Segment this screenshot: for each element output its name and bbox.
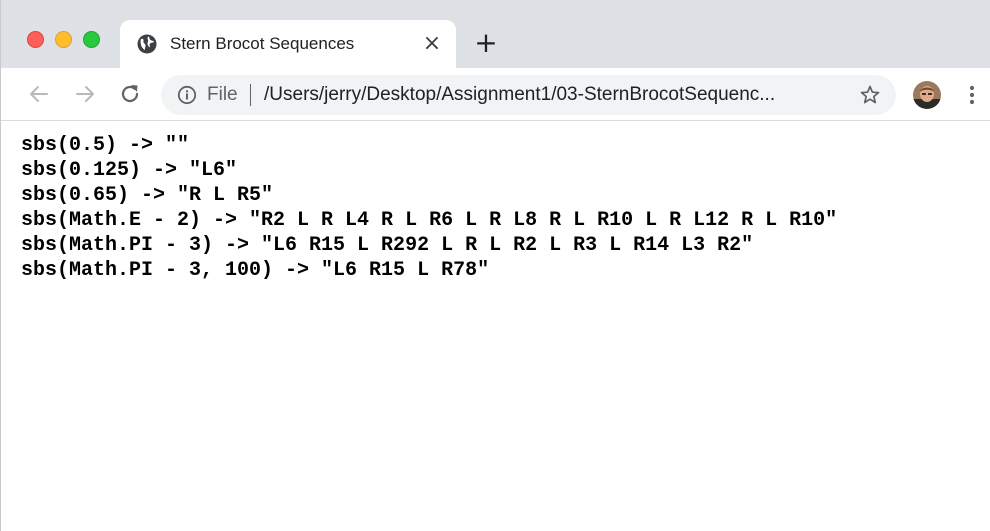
tab-title: Stern Brocot Sequences: [170, 34, 355, 53]
omnibox-divider: [250, 84, 251, 106]
output-line: sbs(Math.PI - 3, 100) -> "L6 R15 L R78": [21, 259, 490, 282]
forward-arrow-icon[interactable]: [72, 81, 98, 107]
window-close-button[interactable]: [27, 31, 44, 48]
info-icon[interactable]: [177, 85, 197, 105]
tab-stern-brocot[interactable]: Stern Brocot Sequences ×: [120, 20, 456, 68]
reload-icon[interactable]: [117, 81, 143, 107]
new-tab-button[interactable]: +: [473, 29, 499, 57]
output-line: sbs(Math.E - 2) -> "R2 L R L4 R L R6 L R…: [21, 209, 838, 232]
output-line: sbs(Math.PI - 3) -> "L6 R15 L R292 L R L…: [21, 234, 754, 257]
star-icon[interactable]: [859, 84, 881, 106]
window-minimize-button[interactable]: [55, 31, 72, 48]
output-line: sbs(0.5) -> "": [21, 134, 190, 157]
back-arrow-icon[interactable]: [26, 81, 52, 107]
tab-strip: Stern Brocot Sequences × +: [1, 0, 990, 68]
url-text[interactable]: /Users/jerry/Desktop/Assignment1/03-Ster…: [264, 75, 775, 115]
browser-window: Stern Brocot Sequences × + File /Users/j…: [0, 0, 990, 531]
window-maximize-button[interactable]: [83, 31, 100, 48]
profile-avatar[interactable]: [913, 81, 941, 109]
output-line: sbs(0.125) -> "L6": [21, 159, 238, 182]
kebab-menu-icon[interactable]: [961, 82, 983, 108]
globe-icon: [136, 33, 158, 55]
url-scheme-label: File: [207, 84, 238, 105]
toolbar: File /Users/jerry/Desktop/Assignment1/03…: [1, 68, 990, 121]
address-bar[interactable]: File /Users/jerry/Desktop/Assignment1/03…: [161, 75, 896, 115]
page-content: sbs(0.5) -> "" sbs(0.125) -> "L6" sbs(0.…: [21, 133, 986, 283]
tab-close-icon[interactable]: ×: [420, 32, 444, 56]
output-line: sbs(0.65) -> "R L R5": [21, 184, 274, 207]
